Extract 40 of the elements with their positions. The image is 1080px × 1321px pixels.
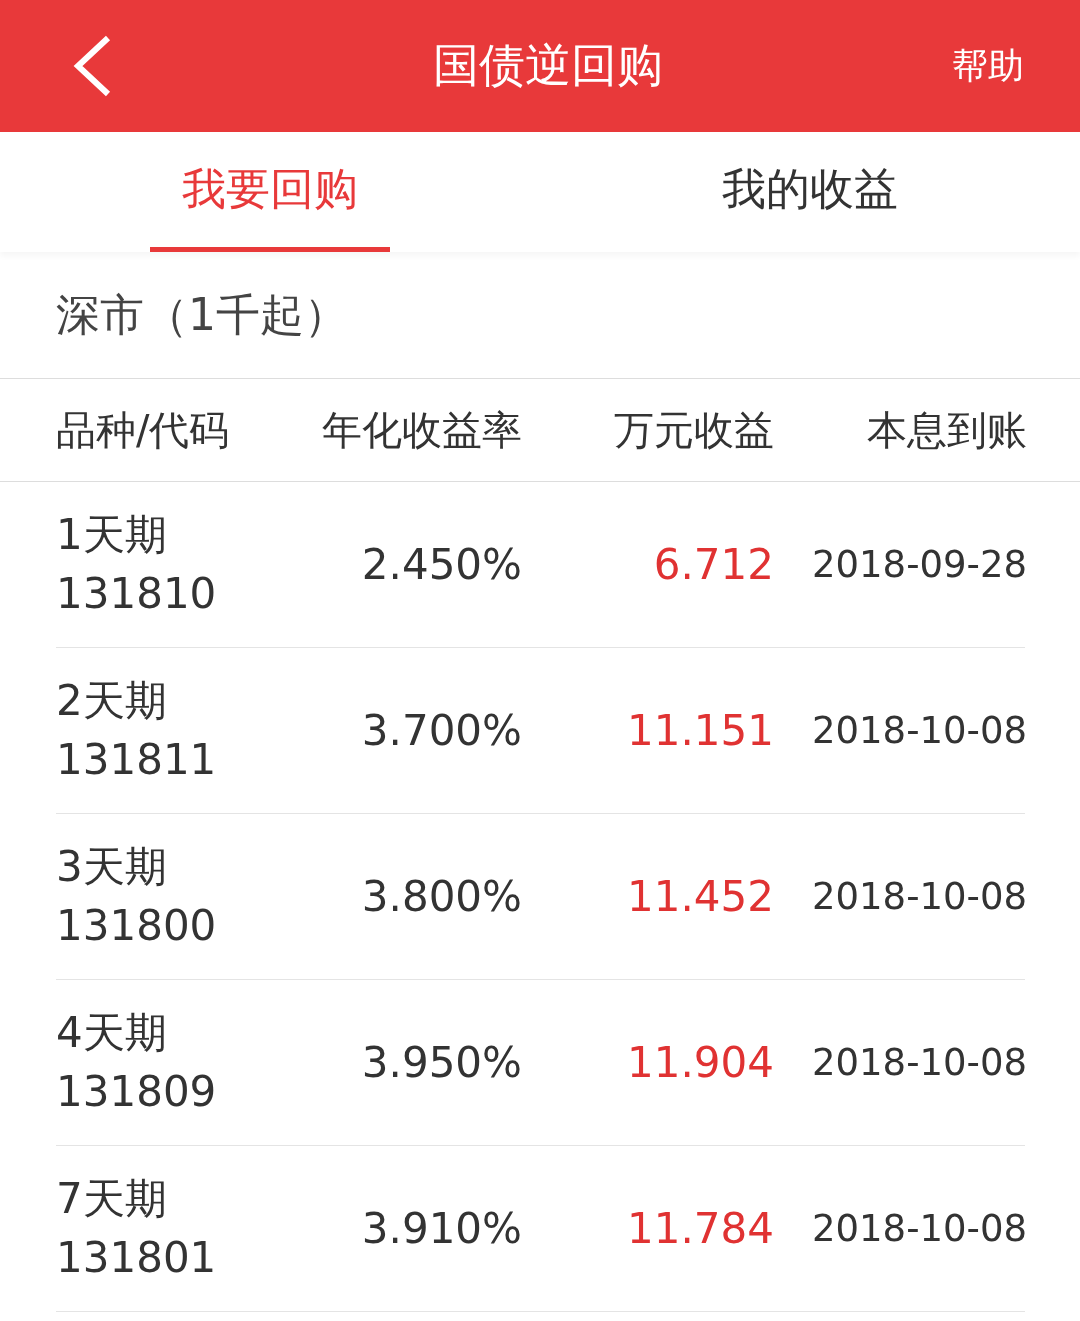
column-header: 本息到账 — [866, 405, 1027, 455]
product-name: 7天期 — [56, 1172, 168, 1225]
date-cell-text: 2018-10-08 — [810, 709, 1027, 752]
product-code: 131801 — [56, 1231, 218, 1284]
date-cell-text: 2018-10-08 — [810, 875, 1027, 918]
product-name: 2天期 — [56, 674, 168, 727]
table-row[interactable]: 1天期 131810 2.450% 6.712 2018-09-28 — [56, 482, 1025, 648]
product-code: 131811 — [56, 733, 218, 786]
column-header: 年化收益率 — [321, 405, 522, 455]
product-code: 131800 — [56, 899, 218, 952]
date-cell-text: 2018-10-08 — [810, 1207, 1027, 1250]
page-title: 国债逆回购 — [433, 37, 663, 94]
rate-cell-text: 3.910% — [360, 1204, 522, 1253]
rate-cell-text: 2.450% — [360, 540, 522, 589]
chevron-left-icon — [72, 34, 112, 98]
tab[interactable]: 我要回购 — [150, 132, 390, 252]
rate-cell-text: 3.950% — [360, 1038, 522, 1087]
tab[interactable]: 我的收益 — [690, 132, 930, 252]
date-cell-text: 2018-10-08 — [810, 1041, 1027, 1084]
product-name: 4天期 — [56, 1006, 168, 1059]
table-row[interactable]: 7天期 131801 3.910% 11.784 2018-10-08 — [56, 1146, 1025, 1312]
income-cell-text: 11.904 — [626, 1038, 774, 1087]
date-cell-text: 2018-09-28 — [810, 543, 1027, 586]
table-row[interactable]: 2天期 131811 3.700% 11.151 2018-10-08 — [56, 648, 1025, 814]
income-cell-text: 6.712 — [652, 540, 774, 589]
help-button[interactable]: 帮助 — [952, 41, 1024, 91]
income-cell-text: 11.151 — [626, 706, 774, 755]
table-row[interactable]: 3天期 131800 3.800% 11.452 2018-10-08 — [56, 814, 1025, 980]
column-header: 品种/代码 — [56, 405, 231, 455]
product-name: 3天期 — [56, 840, 168, 893]
income-cell-text: 11.784 — [626, 1204, 774, 1253]
section-title: 深市（1千起） — [56, 287, 348, 342]
rate-cell-text: 3.700% — [360, 706, 522, 755]
column-header: 万元收益 — [613, 405, 774, 455]
product-code: 131810 — [56, 567, 218, 620]
rate-cell-text: 3.800% — [360, 872, 522, 921]
product-name: 1天期 — [56, 508, 168, 561]
income-cell-text: 11.452 — [626, 872, 774, 921]
product-code: 131809 — [56, 1065, 218, 1118]
table-row[interactable]: 4天期 131809 3.950% 11.904 2018-10-08 — [56, 980, 1025, 1146]
